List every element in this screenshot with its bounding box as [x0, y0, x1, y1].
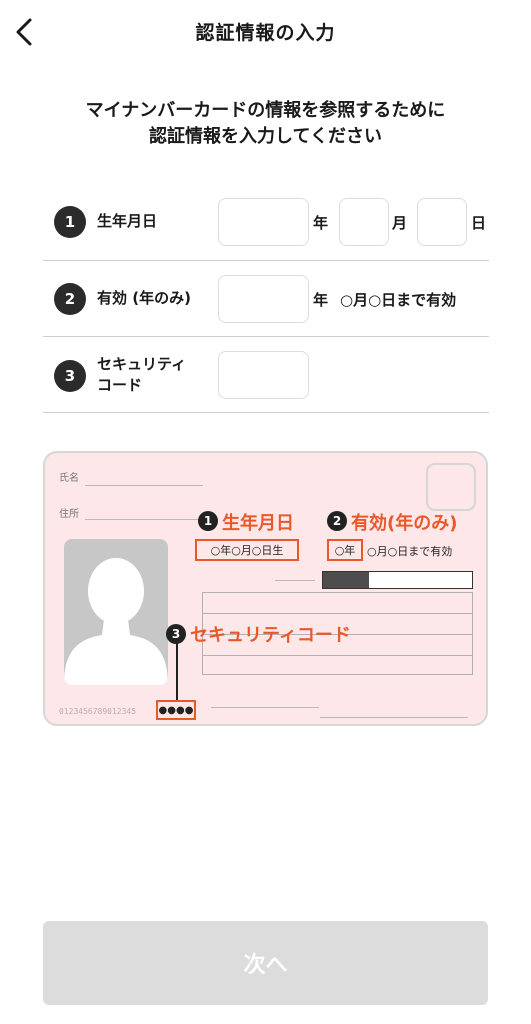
page-title: 認証情報の入力 [195, 22, 336, 44]
instructions-text: マイナンバーカードの情報を参照するために 認証情報を入力してください [0, 98, 531, 150]
card-expiry-rest-text: ○月○日まで有効 [367, 545, 453, 558]
day-unit: 日 [471, 214, 487, 232]
expiry-suffix-text: ○月○日まで有効 [340, 291, 457, 309]
card-progress-fill [323, 572, 370, 588]
card-address-label: 住所 [59, 509, 79, 520]
card-birth-label: 生年月日 [222, 513, 294, 534]
card-expiry-year-text: ○年 [327, 539, 363, 561]
card-grid-line [203, 655, 472, 656]
instructions-line-1: マイナンバーカードの情報を参照するために [85, 100, 446, 121]
birth-day-input[interactable] [417, 198, 467, 246]
year-unit: 年 [313, 214, 329, 232]
security-code-label: セキュリティ コード [97, 354, 186, 396]
card-serial-number: 0123456789012345 [59, 707, 137, 716]
person-silhouette-icon [64, 558, 168, 685]
card-name-label: 氏名 [59, 473, 79, 484]
card-security-leader-line [176, 642, 178, 700]
year-unit: 年 [313, 291, 329, 309]
next-button[interactable]: 次へ [43, 921, 488, 1005]
birth-date-row: 1 生年月日 年 月 日 [43, 184, 489, 261]
card-expiry-label: 有効(年のみ) [351, 513, 458, 534]
birth-year-input[interactable] [218, 198, 309, 246]
step-number-3: 3 [54, 360, 86, 392]
expiry-year-input[interactable] [218, 275, 309, 323]
card-address-line [85, 519, 203, 520]
step-number-1: 1 [54, 206, 86, 238]
security-code-input[interactable] [218, 351, 309, 399]
card-security-dots: ●●●● [156, 700, 196, 720]
card-name-line [85, 485, 203, 486]
card-security-label: セキュリティコード [190, 625, 351, 646]
card-photo-silhouette [64, 539, 168, 685]
app-header: 認証情報の入力 [0, 0, 531, 64]
card-bottom-line-1 [211, 707, 319, 708]
expiry-year-label: 有効 (年のみ) [97, 289, 191, 307]
security-code-row: 3 セキュリティ コード [43, 337, 489, 413]
birth-month-input[interactable] [339, 198, 389, 246]
security-code-label-line-1: セキュリティ [97, 355, 187, 373]
card-birth-text: ○年○月○日生 [195, 539, 299, 561]
card-grid-line [203, 613, 472, 614]
birth-date-label: 生年月日 [97, 212, 158, 230]
card-badge-1: 1 [198, 511, 218, 531]
my-number-card-illustration: 氏名 住所 1 生年月日 ○年○月○日生 2 有効(年のみ) ○年 ○月○日まで… [43, 451, 488, 726]
expiry-year-row: 2 有効 (年のみ) 年 ○月○日まで有効 [43, 261, 489, 337]
card-badge-3: 3 [166, 624, 186, 644]
month-unit: 月 [392, 214, 408, 232]
card-chip [426, 463, 476, 511]
card-progress-bar [322, 571, 473, 589]
card-badge-2: 2 [327, 511, 347, 531]
step-number-2: 2 [54, 283, 86, 315]
security-code-label-line-2: コード [97, 376, 143, 394]
card-short-line [275, 580, 315, 581]
card-bottom-line-2 [320, 717, 468, 718]
instructions-line-2: 認証情報を入力してください [149, 126, 382, 147]
